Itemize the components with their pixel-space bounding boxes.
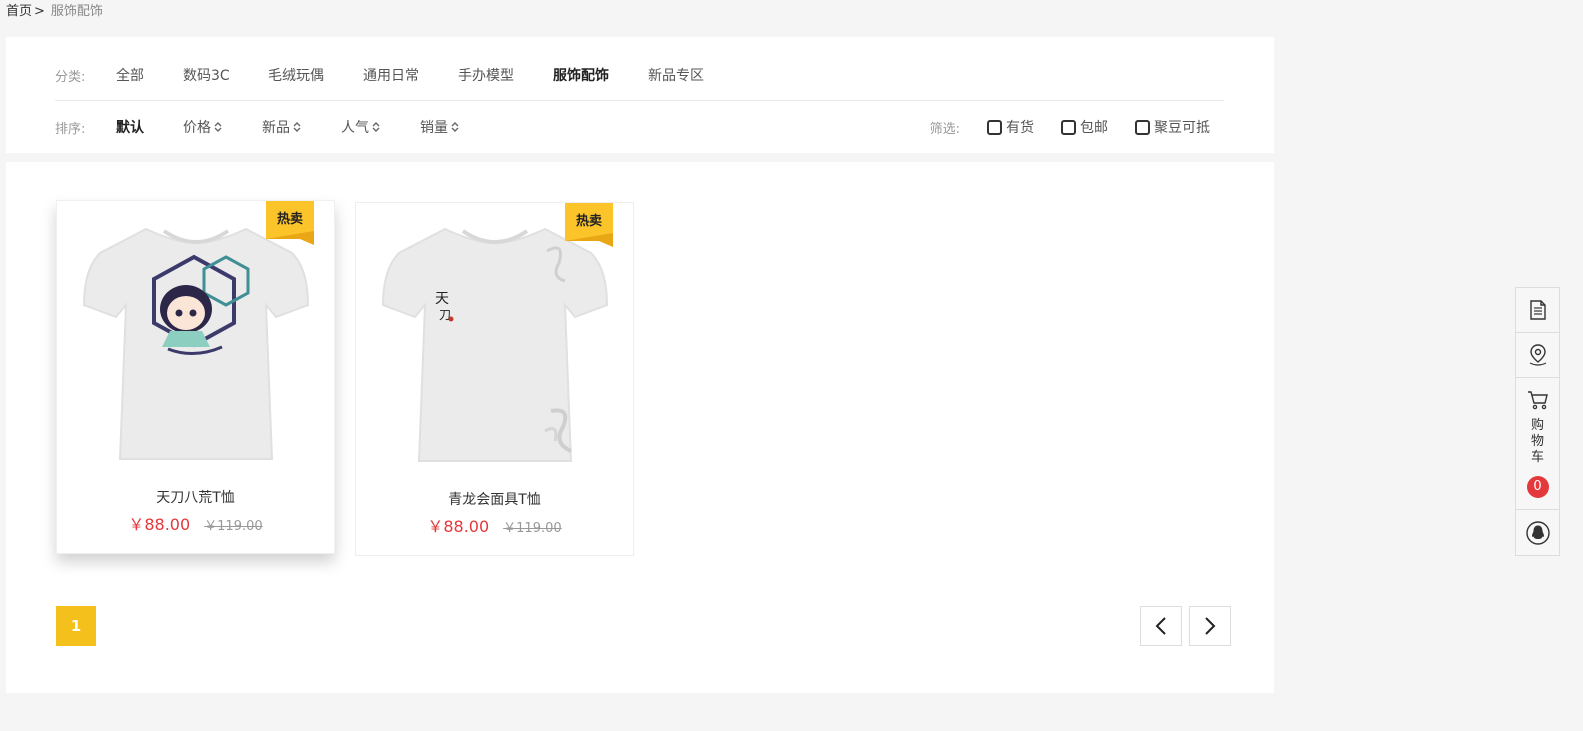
- sort-price[interactable]: 价格: [183, 117, 262, 137]
- product-card[interactable]: 天 刀 热卖 青龙会面具T恤 ￥88.00 ￥119.00: [355, 202, 634, 556]
- sort-sales-label: 销量: [420, 120, 448, 136]
- product-panel: 热卖 天刀八荒T恤 ￥88.00￥119.00 天 刀 热卖 青龙会面具T恤: [6, 162, 1274, 693]
- category-item-plush[interactable]: 毛绒玩偶: [268, 65, 363, 85]
- filter-options: 筛选: 有货 包邮 聚豆可抵: [930, 117, 1224, 137]
- page-number-button[interactable]: 1: [56, 606, 96, 646]
- category-label: 分类:: [55, 69, 86, 85]
- price-original: ￥119.00: [204, 519, 263, 534]
- breadcrumb-separator: >: [34, 4, 45, 19]
- price-current: ￥88.00: [128, 515, 191, 534]
- next-page-button[interactable]: [1189, 606, 1231, 646]
- category-item-figures[interactable]: 手办模型: [458, 65, 553, 85]
- category-item-all[interactable]: 全部: [116, 65, 183, 85]
- filter-points[interactable]: 聚豆可抵: [1135, 117, 1210, 137]
- hot-badge: 热卖: [266, 201, 314, 245]
- sort-new[interactable]: 新品: [262, 117, 341, 137]
- sidebar-orders-button[interactable]: [1516, 288, 1559, 333]
- chevron-left-icon: [1155, 617, 1166, 635]
- sidebar-qq-button[interactable]: [1516, 510, 1559, 555]
- cart-label: 购物车: [1530, 418, 1544, 465]
- filter-in-stock-checkbox[interactable]: [987, 119, 1002, 135]
- cart-icon: [1527, 391, 1548, 410]
- sort-arrows-icon: [372, 121, 380, 133]
- breadcrumb-home[interactable]: 首页: [6, 4, 32, 19]
- product-name[interactable]: 青龙会面具T恤: [356, 489, 633, 509]
- filter-free-shipping[interactable]: 包邮: [1061, 117, 1108, 137]
- price-original: ￥119.00: [503, 521, 562, 536]
- category-item-new[interactable]: 新品专区: [648, 65, 704, 85]
- prev-page-button[interactable]: [1140, 606, 1182, 646]
- sort-popularity-label: 人气: [341, 120, 369, 136]
- filter-in-stock-label: 有货: [1006, 120, 1034, 136]
- filter-points-label: 聚豆可抵: [1154, 120, 1210, 136]
- sort-label: 排序:: [55, 121, 86, 137]
- sort-price-label: 价格: [183, 120, 211, 136]
- sidebar-cart-button[interactable]: 购物车 0: [1516, 378, 1559, 510]
- category-item-digital[interactable]: 数码3C: [183, 65, 268, 85]
- category-item-apparel[interactable]: 服饰配饰: [553, 65, 648, 85]
- filter-divider: [55, 100, 1224, 101]
- sort-default-label: 默认: [116, 120, 144, 136]
- document-icon: [1529, 300, 1546, 320]
- cart-count-badge: 0: [1526, 476, 1549, 498]
- svg-text:天: 天: [435, 291, 449, 307]
- sort-new-label: 新品: [262, 120, 290, 136]
- filter-free-shipping-label: 包邮: [1080, 120, 1108, 136]
- sidebar-location-button[interactable]: [1516, 333, 1559, 378]
- chevron-right-icon: [1205, 617, 1216, 635]
- filter-points-checkbox[interactable]: [1135, 119, 1150, 135]
- qq-icon: [1525, 520, 1550, 545]
- sort-arrows-icon: [451, 121, 459, 133]
- breadcrumb-current: 服饰配饰: [50, 4, 103, 19]
- filter-panel: 分类: 全部 数码3C 毛绒玩偶 通用日常 手办模型 服饰配饰 新品专区 排序:…: [6, 37, 1274, 153]
- hot-badge: 热卖: [565, 203, 613, 247]
- product-name[interactable]: 天刀八荒T恤: [57, 487, 334, 507]
- sort-popularity[interactable]: 人气: [341, 117, 420, 137]
- sort-row: 排序: 默认 价格 新品 人气 销量 筛选: 有货 包邮 聚豆可抵: [55, 117, 1224, 137]
- price-current: ￥88.00: [427, 517, 490, 536]
- product-price: ￥88.00 ￥119.00: [356, 513, 633, 537]
- breadcrumb: 首页 > 服饰配饰: [6, 4, 103, 20]
- product-price: ￥88.00 ￥119.00: [57, 511, 334, 535]
- category-row: 分类: 全部 数码3C 毛绒玩偶 通用日常 手办模型 服饰配饰 新品专区: [55, 65, 1224, 85]
- sort-arrows-icon: [293, 121, 301, 133]
- filter-in-stock[interactable]: 有货: [987, 117, 1034, 137]
- sort-default[interactable]: 默认: [116, 117, 183, 137]
- location-icon: [1529, 344, 1546, 366]
- filter-free-shipping-checkbox[interactable]: [1061, 119, 1076, 135]
- sort-sales[interactable]: 销量: [420, 117, 459, 137]
- sort-arrows-icon: [214, 121, 222, 133]
- product-card[interactable]: 热卖 天刀八荒T恤 ￥88.00 ￥119.00: [56, 200, 335, 554]
- filter-label: 筛选:: [929, 121, 960, 137]
- category-item-daily[interactable]: 通用日常: [363, 65, 458, 85]
- floating-sidebar: 购物车 0: [1515, 287, 1560, 556]
